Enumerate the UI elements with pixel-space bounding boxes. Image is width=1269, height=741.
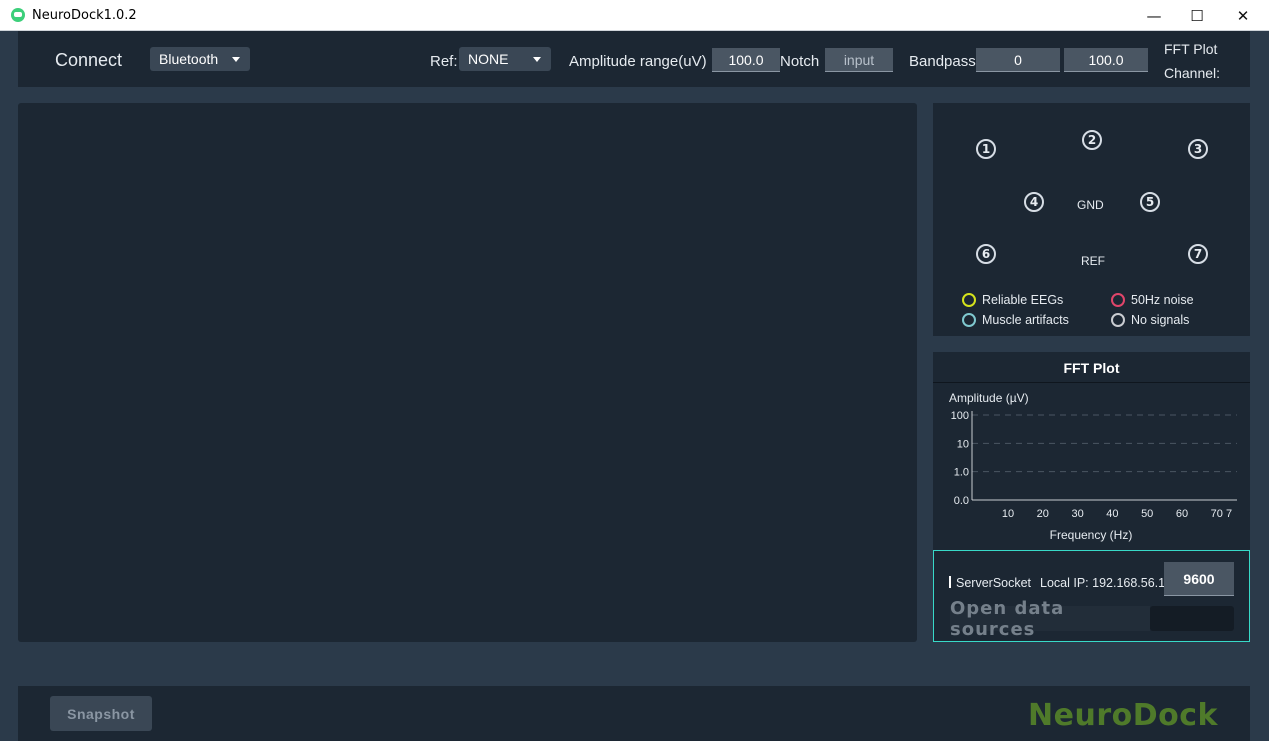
electrode-4[interactable]: 4: [1024, 192, 1044, 212]
circle-icon: [962, 313, 976, 327]
channel-label: Channel:: [1164, 65, 1221, 81]
chevron-down-icon: [232, 57, 240, 62]
fft-ylabel: Amplitude (µV): [949, 391, 1029, 405]
connect-button[interactable]: Connect: [55, 50, 122, 71]
amplitude-input[interactable]: 100.0: [712, 48, 780, 72]
brand-logo: NeuroDock: [1028, 698, 1218, 733]
electrode-3[interactable]: 3: [1188, 139, 1208, 159]
fft-y-tick-label: 10: [957, 438, 969, 450]
fft-plot-panel: FFT Plot Amplitude (µV) Frequency (Hz) 1…: [933, 352, 1250, 550]
chevron-down-icon: [533, 57, 541, 62]
app-logo-icon: [11, 8, 25, 22]
gnd-label: GND: [1077, 198, 1104, 212]
fft-plot-channel-label: FFT Plot: [1164, 41, 1218, 57]
server-socket-panel: ServerSocket Local IP: 192.168.56.1 9600…: [933, 550, 1250, 642]
notch-input[interactable]: input: [825, 48, 893, 72]
electrode-map-panel: 1 2 3 4 GND 5 6 REF 7 Reliable EEGs 50Hz…: [933, 103, 1250, 336]
footer-bar: Snapshot NeuroDock: [18, 686, 1250, 741]
ref-value: NONE: [468, 51, 509, 67]
fft-chart: Amplitude (µV) Frequency (Hz) 100 10 1.0 0.…: [949, 391, 1237, 542]
minimize-button[interactable]: —: [1131, 0, 1177, 31]
top-toolbar: Connect Bluetooth Ref: NONE Amplitude ra…: [18, 31, 1250, 87]
close-button[interactable]: ✕: [1220, 0, 1266, 31]
notch-label: Notch: [780, 53, 820, 70]
fft-x-tick-label: 40: [1106, 508, 1118, 520]
ref-electrode-label: REF: [1081, 254, 1105, 268]
fft-x-tick-label: 70: [1211, 508, 1223, 520]
port-input[interactable]: 9600: [1164, 562, 1234, 596]
circle-icon: [1111, 293, 1125, 307]
fft-x-tick-label: 60: [1176, 508, 1188, 520]
fft-plot-title: FFT Plot: [933, 352, 1250, 383]
window-title: NeuroDock1.0.2: [32, 8, 137, 23]
connection-type-value: Bluetooth: [159, 51, 219, 67]
title-bar: NeuroDock1.0.2 — ☐ ✕: [0, 0, 1269, 31]
bandpass-label: Bandpass: [909, 53, 976, 70]
bandpass-low-input[interactable]: 0: [976, 48, 1060, 72]
cursor-marker: [949, 576, 951, 588]
fft-y-tick-label: 0.0: [954, 495, 969, 507]
bandpass-high-input[interactable]: 100.0: [1064, 48, 1148, 72]
legend-no-signals: No signals: [1111, 313, 1189, 327]
fft-x-tick-label: 20: [1037, 508, 1049, 520]
legend-reliable-eegs: Reliable EEGs: [962, 293, 1063, 307]
fft-x-tick-label: 7: [1226, 508, 1232, 520]
fft-x-tick-label: 30: [1071, 508, 1083, 520]
legend-50hz-noise: 50Hz noise: [1111, 293, 1194, 307]
snapshot-button[interactable]: Snapshot: [50, 696, 152, 731]
ref-label: Ref:: [430, 53, 458, 70]
eeg-plot-area[interactable]: [18, 103, 917, 642]
electrode-2[interactable]: 2: [1082, 130, 1102, 150]
server-socket-label: ServerSocket: [956, 576, 1032, 590]
electrode-7[interactable]: 7: [1188, 244, 1208, 264]
legend-muscle-artifacts: Muscle artifacts: [962, 313, 1069, 327]
fft-y-tick-label: 100: [951, 410, 969, 422]
fft-xlabel: Frequency (Hz): [1050, 528, 1133, 542]
electrode-6[interactable]: 6: [976, 244, 996, 264]
open-data-sources-button[interactable]: Open data sources: [950, 598, 1150, 640]
maximize-button[interactable]: ☐: [1174, 0, 1220, 31]
local-ip-label: Local IP: 192.168.56.1: [1040, 576, 1166, 590]
circle-icon: [1111, 313, 1125, 327]
fft-y-tick-label: 1.0: [954, 467, 969, 479]
ref-dropdown[interactable]: NONE: [459, 47, 551, 71]
data-source-field[interactable]: [1150, 606, 1234, 631]
electrode-1[interactable]: 1: [976, 139, 996, 159]
fft-x-tick-label: 50: [1141, 508, 1153, 520]
connection-type-dropdown[interactable]: Bluetooth: [150, 47, 250, 71]
electrode-5[interactable]: 5: [1140, 192, 1160, 212]
circle-icon: [962, 293, 976, 307]
amplitude-label: Amplitude range(uV): [569, 53, 707, 70]
fft-x-tick-label: 10: [1002, 508, 1014, 520]
